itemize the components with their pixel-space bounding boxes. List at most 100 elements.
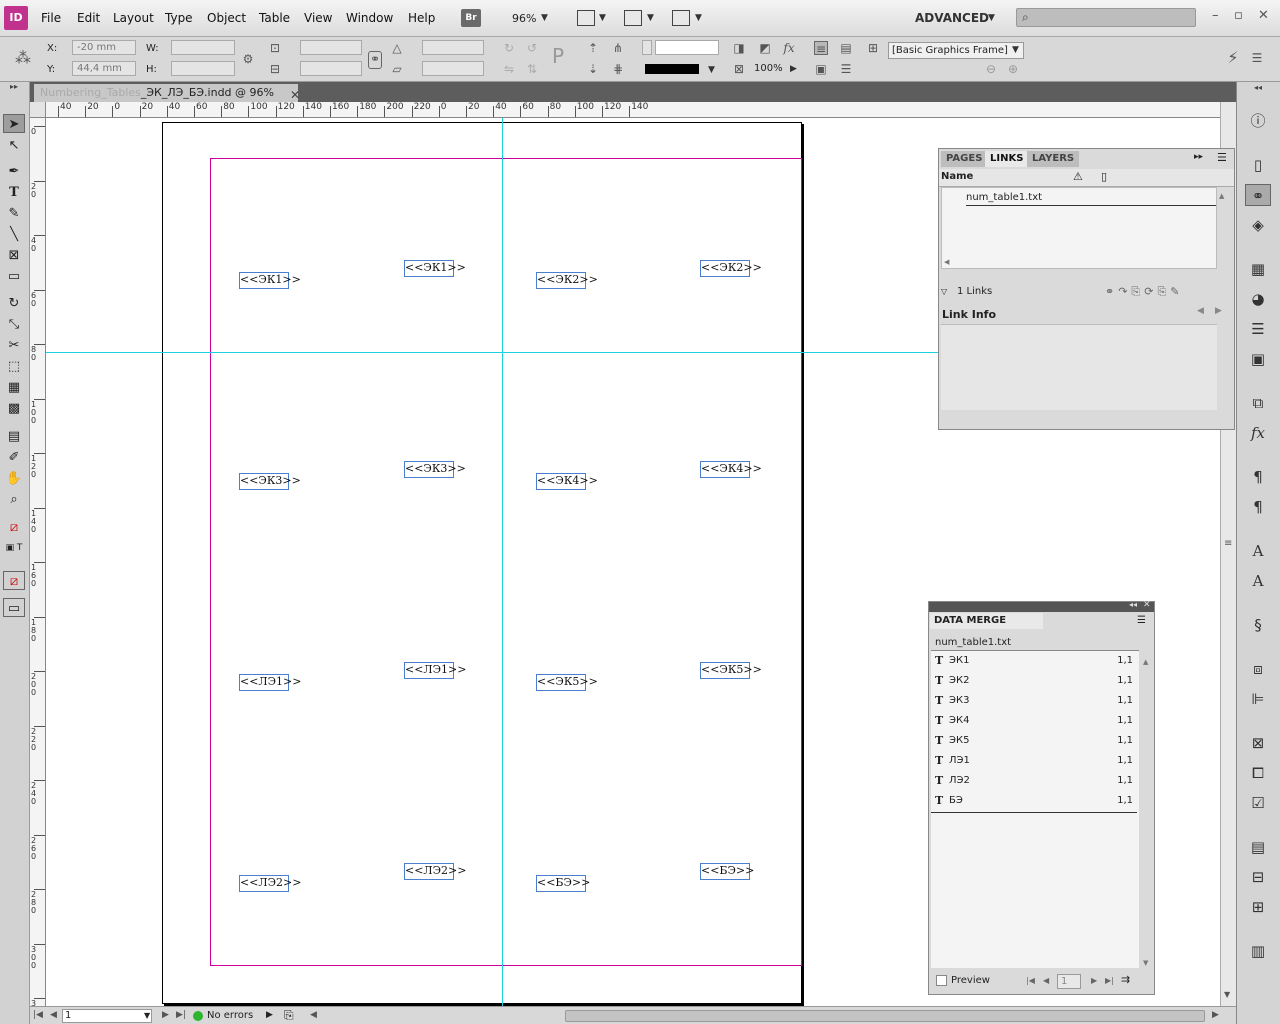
screen-mode-tool-icon[interactable]: ▭	[3, 598, 25, 617]
view-options-icon[interactable]	[577, 10, 595, 26]
menu-layout[interactable]: Layout	[113, 11, 154, 25]
data-merge-tab[interactable]: DATA MERGE	[930, 613, 1043, 629]
rotate-cw-icon[interactable]: ↻	[502, 41, 516, 55]
menu-table[interactable]: Table	[259, 11, 290, 25]
horizontal-ruler-guide[interactable]	[46, 352, 938, 353]
zoom-dropdown-icon[interactable]: ▼	[541, 13, 548, 23]
character-panel-icon[interactable]: A	[1245, 570, 1271, 592]
ruler-origin[interactable]	[30, 102, 46, 118]
record-number-field[interactable]: 1	[1057, 974, 1081, 989]
flip-vertical-icon[interactable]: ⇅	[525, 62, 539, 76]
merge-field-frame[interactable]: <<ЛЭ2>>	[239, 875, 301, 892]
data-field-row[interactable]: T ЭК1 1,1	[931, 651, 1139, 671]
object-style-dropdown-icon[interactable]: ▼	[1012, 45, 1019, 55]
first-record-icon[interactable]: |◀	[1026, 976, 1035, 985]
merge-field-frame[interactable]: <<ЭК3>>	[239, 473, 301, 490]
pages-panel-icon[interactable]: ▯	[1245, 154, 1271, 176]
panel-menu-icon[interactable]: ☰	[1217, 151, 1227, 164]
previous-record-icon[interactable]: ◀	[1043, 976, 1049, 985]
dock-collapse-icon[interactable]: ◂◂	[1245, 82, 1271, 94]
link-info-toggle-icon[interactable]: ▽	[941, 287, 947, 296]
data-merge-titlebar[interactable]: ◂◂ ✕	[929, 600, 1154, 612]
rectangle-frame-tool-icon[interactable]: ⊠	[3, 246, 25, 265]
link-info-next-icon[interactable]: ▶	[1215, 306, 1222, 316]
scroll-right-icon[interactable]: ▶	[1212, 1010, 1219, 1020]
clear-overrides-icon[interactable]: ⊖	[984, 62, 998, 76]
note-tool-icon[interactable]: ▤	[3, 427, 25, 446]
merge-field-frame[interactable]: <<ЭК4>>	[700, 461, 762, 478]
gradient-feather-tool-icon[interactable]: ▩	[3, 399, 25, 418]
menu-object[interactable]: Object	[207, 11, 246, 25]
cell-styles-panel-icon[interactable]: ⊞	[1245, 896, 1271, 918]
stroke-type-dropdown-icon[interactable]: ▼	[708, 65, 715, 75]
next-page-icon[interactable]: ▶	[162, 1010, 169, 1020]
text-wrap-panel-icon[interactable]: ▣	[1245, 348, 1271, 370]
data-merge-scroll-up-icon[interactable]: ▲	[1143, 658, 1148, 666]
formatting-affects-icon[interactable]: ▣ T	[3, 539, 25, 558]
paragraph-styles-panel-icon[interactable]: ¶	[1245, 466, 1271, 488]
rectangle-tool-icon[interactable]: ▭	[3, 267, 25, 286]
drop-shadow-icon[interactable]: ◨	[732, 41, 746, 55]
data-field-row[interactable]: T ЛЭ1 1,1	[931, 751, 1139, 771]
toolbox-collapse-icon[interactable]: ▸▸	[3, 83, 25, 103]
merge-field-frame[interactable]: <<ЭК5>>	[536, 674, 598, 691]
layers-panel-icon[interactable]: ◈	[1245, 214, 1271, 236]
status-column-icon[interactable]: ⚠	[1073, 170, 1083, 183]
new-style-icon[interactable]: ⊕	[1006, 62, 1020, 76]
opacity-dropdown-icon[interactable]: ▶	[790, 64, 797, 74]
free-transform-tool-icon[interactable]: ⬚	[3, 357, 25, 376]
scale-tool-icon[interactable]: ⤡	[3, 315, 25, 334]
name-column-header[interactable]: Name	[941, 171, 973, 182]
merge-field-frame[interactable]: <<ЛЭ2>>	[404, 863, 466, 880]
x-field[interactable]: -20 mm	[72, 40, 136, 55]
constrain-proportions-icon[interactable]: ⚙	[241, 52, 255, 66]
link-info-prev-icon[interactable]: ◀	[1197, 306, 1204, 316]
merge-field-frame[interactable]: <<ЛЭ1>>	[404, 662, 466, 679]
tab-links[interactable]: LINKS	[985, 151, 1029, 167]
merge-field-frame[interactable]: <<ЭК1>>	[404, 260, 466, 277]
library-panel-icon[interactable]: ▥	[1245, 940, 1271, 962]
panel-collapse-icon[interactable]: ▸▸	[1194, 152, 1203, 162]
merge-field-frame[interactable]: <<ЭК1>>	[239, 272, 301, 289]
menu-edit[interactable]: Edit	[77, 11, 100, 25]
h-field[interactable]	[171, 61, 235, 76]
close-icon[interactable]: ✕	[1258, 8, 1269, 23]
select-content-icon[interactable]: ⇣	[586, 62, 600, 76]
scroll-down-icon[interactable]: ▼	[1224, 990, 1230, 999]
pathfinder-panel-icon[interactable]: ⧈	[1245, 658, 1271, 680]
y-field[interactable]: 44,4 mm	[72, 61, 136, 76]
shear-angle-field[interactable]	[422, 61, 484, 76]
vertical-ruler-guide[interactable]	[502, 118, 503, 1006]
hyperlinks-panel-icon[interactable]: ⧠	[1245, 762, 1271, 784]
rotate-tool-icon[interactable]: ↻	[3, 294, 25, 313]
create-merged-document-icon[interactable]: ⇉	[1121, 973, 1130, 986]
stroke-panel-icon[interactable]: ☰	[1245, 318, 1271, 340]
links-panel-icon[interactable]: ⚭	[1245, 184, 1271, 206]
data-field-row[interactable]: T БЭ 1,1	[931, 791, 1139, 811]
apply-none-icon[interactable]: ⧄	[3, 571, 25, 590]
page-number-field[interactable]: 1	[62, 1009, 152, 1023]
data-merge-panel-icon[interactable]: ⊠	[1245, 732, 1271, 754]
document-tab[interactable]: Numbering_Tables_ЭК_ЛЭ_БЭ.indd @ 96% ✕	[34, 84, 300, 102]
character-styles-panel-icon[interactable]: A	[1245, 540, 1271, 562]
links-scroll-left-icon[interactable]: ◀	[944, 258, 949, 266]
merge-field-frame[interactable]: <<ЭК3>>	[404, 461, 466, 478]
opacity-value[interactable]: 100%	[754, 63, 783, 74]
merge-field-frame[interactable]: <<БЭ>>	[700, 863, 754, 880]
data-field-row[interactable]: T ЭК4 1,1	[931, 711, 1139, 731]
eyedropper-tool-icon[interactable]: ✐	[3, 448, 25, 467]
scissors-tool-icon[interactable]: ✂	[3, 336, 25, 355]
merge-field-frame[interactable]: <<ЭК5>>	[700, 662, 762, 679]
data-field-row[interactable]: T ЛЭ2 1,1	[931, 771, 1139, 791]
wrap-bounding-box-icon[interactable]: ▤	[839, 41, 853, 55]
select-container-icon[interactable]: ⇡	[586, 41, 600, 55]
open-document-icon[interactable]: ⎘	[284, 1008, 294, 1023]
scale-x-field[interactable]	[300, 40, 362, 55]
scroll-grip-icon[interactable]: ≡	[1224, 538, 1232, 549]
w-field[interactable]	[171, 40, 235, 55]
object-styles-panel-icon[interactable]: ⧉	[1245, 392, 1271, 414]
preflight-menu-icon[interactable]: ▶	[266, 1010, 273, 1020]
select-previous-icon[interactable]: ⋕	[611, 62, 625, 76]
stroke-type-swatch[interactable]	[645, 64, 699, 74]
link-row[interactable]: num_table1.txt	[966, 192, 1216, 206]
